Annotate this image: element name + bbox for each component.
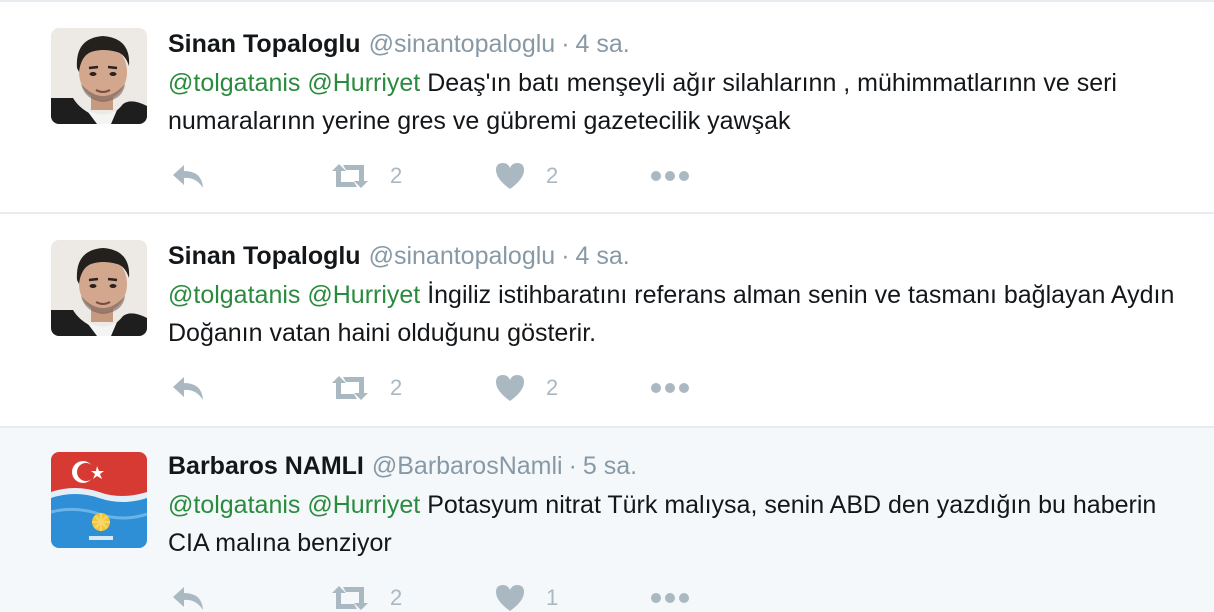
person-photo-icon bbox=[51, 240, 147, 336]
like-button[interactable]: 2 bbox=[494, 156, 558, 196]
timestamp[interactable]: 4 sa. bbox=[576, 242, 630, 270]
tweet-text: @tolgatanis @Hurriyet İngiliz istihbarat… bbox=[168, 276, 1184, 352]
avatar[interactable] bbox=[51, 28, 147, 124]
tweet-actions: 2 1 bbox=[168, 578, 728, 612]
tweet-text: @tolgatanis @Hurriyet Potasyum nitrat Tü… bbox=[168, 486, 1184, 562]
reply-icon bbox=[173, 587, 203, 610]
retweet-icon bbox=[332, 586, 368, 610]
more-button[interactable] bbox=[650, 578, 690, 612]
tweet-item[interactable]: Sinan Topaloglu @sinantopaloglu · 4 sa. @to… bbox=[0, 214, 1214, 428]
tweet-header: Sinan Topaloglu @sinantopaloglu · 4 sa. bbox=[168, 238, 1184, 274]
more-dots-icon bbox=[651, 593, 689, 603]
reply-button[interactable] bbox=[170, 156, 206, 196]
author-handle[interactable]: @sinantopaloglu bbox=[369, 30, 556, 58]
author-name[interactable]: Sinan Topaloglu bbox=[168, 242, 361, 270]
author-name[interactable]: Sinan Topaloglu bbox=[168, 30, 361, 58]
timestamp[interactable]: 5 sa. bbox=[583, 452, 637, 480]
mention-link[interactable]: @Hurriyet bbox=[307, 491, 420, 519]
tweet-content: Sinan Topaloglu @sinantopaloglu · 4 sa. @to… bbox=[168, 238, 1184, 352]
separator: · bbox=[561, 242, 570, 270]
more-button[interactable] bbox=[650, 156, 690, 196]
retweet-button[interactable]: 2 bbox=[330, 156, 402, 196]
tweet-text: @tolgatanis @Hurriyet Deaş'ın batı menşe… bbox=[168, 64, 1184, 140]
retweet-count: 2 bbox=[390, 585, 403, 610]
reply-button[interactable] bbox=[170, 368, 206, 408]
reply-icon bbox=[173, 377, 203, 400]
mention-link[interactable]: @Hurriyet bbox=[307, 69, 420, 97]
tweet-content: Barbaros NAMLI @BarbarosNamli · 5 sa. @tolg… bbox=[168, 448, 1184, 562]
more-dots-icon bbox=[651, 383, 689, 393]
separator: · bbox=[568, 452, 577, 480]
avatar[interactable] bbox=[51, 240, 147, 336]
mention-link[interactable]: @tolgatanis bbox=[168, 491, 300, 519]
heart-icon bbox=[496, 585, 524, 611]
like-count: 1 bbox=[546, 585, 559, 610]
heart-icon bbox=[496, 163, 524, 189]
tweet-actions: 2 2 bbox=[168, 156, 728, 196]
avatar[interactable] bbox=[51, 452, 147, 548]
like-button[interactable]: 2 bbox=[494, 368, 558, 408]
reply-button[interactable] bbox=[170, 578, 206, 612]
retweet-button[interactable]: 2 bbox=[330, 368, 402, 408]
separator: · bbox=[561, 30, 570, 58]
more-dots-icon bbox=[651, 171, 689, 181]
tweet-actions: 2 2 bbox=[168, 368, 728, 408]
like-button[interactable]: 1 bbox=[494, 578, 558, 612]
author-name[interactable]: Barbaros NAMLI bbox=[168, 452, 364, 480]
retweet-count: 2 bbox=[390, 163, 403, 188]
tweet-header: Barbaros NAMLI @BarbarosNamli · 5 sa. bbox=[168, 448, 1184, 484]
retweet-count: 2 bbox=[390, 375, 403, 400]
mention-link[interactable]: @tolgatanis bbox=[168, 69, 300, 97]
mention-link[interactable]: @tolgatanis bbox=[168, 281, 300, 309]
retweet-icon bbox=[332, 376, 368, 400]
heart-icon bbox=[496, 375, 524, 401]
retweet-button[interactable]: 2 bbox=[330, 578, 402, 612]
tweet-content: Sinan Topaloglu @sinantopaloglu · 4 sa. @to… bbox=[168, 26, 1184, 140]
like-count: 2 bbox=[546, 375, 559, 400]
tweet-item[interactable]: Barbaros NAMLI @BarbarosNamli · 5 sa. @tolg… bbox=[0, 428, 1214, 612]
author-handle[interactable]: @sinantopaloglu bbox=[369, 242, 556, 270]
mention-link[interactable]: @Hurriyet bbox=[307, 281, 420, 309]
reply-icon bbox=[173, 165, 203, 188]
tweet-header: Sinan Topaloglu @sinantopaloglu · 4 sa. bbox=[168, 26, 1184, 62]
person-photo-icon bbox=[51, 28, 147, 124]
timestamp[interactable]: 4 sa. bbox=[576, 30, 630, 58]
tweet-feed: Sinan Topaloglu @sinantopaloglu · 4 sa. @to… bbox=[0, 0, 1214, 612]
more-button[interactable] bbox=[650, 368, 690, 408]
like-count: 2 bbox=[546, 163, 559, 188]
author-handle[interactable]: @BarbarosNamli bbox=[372, 452, 563, 480]
tweet-item[interactable]: Sinan Topaloglu @sinantopaloglu · 4 sa. @to… bbox=[0, 0, 1214, 214]
flags-icon bbox=[51, 452, 147, 548]
retweet-icon bbox=[332, 164, 368, 188]
